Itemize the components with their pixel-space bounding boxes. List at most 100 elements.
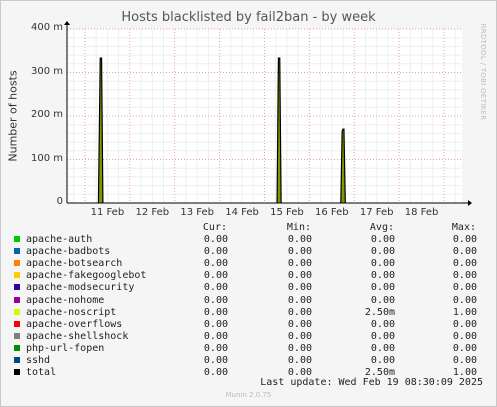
legend-cur-value: 0.00	[203, 342, 228, 354]
legend-cur-value: 0.00	[203, 258, 228, 270]
legend-swatch	[14, 236, 20, 242]
legend-row-apache-overflows: apache-overflows 0.00 0.00 0.00 0.00	[0, 319, 497, 331]
y-tick-label: 300 m	[30, 65, 63, 77]
legend-series-name: apache-shellshock	[26, 330, 129, 342]
y-tick-label: 400 m	[30, 22, 63, 33]
legend-avg-value: 0.00	[370, 342, 395, 354]
legend-max-value: 0.00	[452, 234, 477, 245]
munin-version: Munin 2.0.75	[225, 391, 272, 399]
legend-swatch	[14, 272, 20, 279]
legend-avg-value: 0.00	[370, 355, 395, 366]
legend-min-value: 0.00	[287, 234, 312, 245]
legend-min-value: 0.00	[287, 258, 312, 270]
legend-header: Cur: Min: Avg: Max:	[0, 222, 497, 234]
legend-min-value: 0.00	[287, 318, 312, 330]
legend-row-php-url-fopen: php-url-fopen 0.00 0.00 0.00 0.00	[0, 343, 497, 355]
legend-avg-value: 0.00	[370, 246, 395, 258]
legend-cur-value: 0.00	[203, 246, 228, 258]
legend-swatch	[14, 357, 20, 363]
legend-swatch	[14, 320, 20, 327]
x-tick-label: 16 Feb	[315, 207, 349, 218]
legend-swatch	[14, 308, 20, 315]
x-tick-label: 13 Feb	[180, 207, 214, 218]
legend-row-apache-modsecurity: apache-modsecurity 0.00 0.00 0.00 0.00	[0, 282, 497, 294]
legend-max-value: 0.00	[452, 270, 477, 282]
legend-avg-value: 0.00	[370, 294, 395, 306]
legend-min-value: 0.00	[287, 294, 312, 306]
header-avg: Avg:	[369, 222, 394, 233]
x-tick-label: 12 Feb	[135, 207, 170, 218]
legend-min-value: 0.00	[287, 330, 312, 342]
legend-swatch	[14, 284, 20, 291]
header-max: Max:	[451, 222, 476, 233]
legend-max-value: 0.00	[452, 318, 477, 330]
legend-series-name: apache-modsecurity	[26, 282, 135, 294]
legend-avg-value: 0.00	[370, 318, 395, 330]
y-axis-arrow	[64, 21, 70, 25]
legend-cur-value: 0.00	[203, 318, 228, 330]
legend-max-value: 0.00	[452, 355, 477, 366]
legend-cur-value: 0.00	[203, 330, 228, 342]
legend-swatch	[14, 332, 20, 339]
legend-avg-value: 0.00	[370, 270, 395, 282]
legend-avg-value: 0.00	[370, 282, 395, 294]
legend-row-sshd: sshd 0.00 0.00 0.00 0.00	[0, 355, 497, 367]
x-tick-label: 17 Feb	[359, 207, 394, 218]
header-cur: Cur:	[202, 222, 227, 233]
legend-min-value: 0.00	[287, 282, 312, 294]
legend-series-name: apache-auth	[26, 234, 93, 245]
legend-max-value: 0.00	[452, 246, 477, 258]
header-min: Min:	[286, 222, 311, 233]
legend-max-value: 0.00	[452, 342, 477, 354]
legend-max-value: 0.00	[452, 330, 477, 342]
legend-series-name: apache-nohome	[26, 294, 105, 306]
last-update: Last update: Wed Feb 19 08:30:09 2025	[260, 377, 483, 388]
legend-row-apache-botsearch: apache-botsearch 0.00 0.00 0.00 0.00	[0, 258, 497, 270]
legend-row-apache-noscript: apache-noscript 0.00 0.00 2.50m 1.00	[0, 307, 497, 319]
legend-min-value: 0.00	[287, 246, 312, 258]
legend-series-name: apache-overflows	[26, 318, 123, 330]
legend-row-apache-badbots: apache-badbots 0.00 0.00 0.00 0.00	[0, 246, 497, 258]
legend-swatch	[14, 248, 20, 255]
x-axis-arrow	[468, 200, 472, 206]
legend-series-name: php-url-fopen	[26, 342, 105, 354]
legend-series-name: sshd	[26, 355, 51, 366]
legend-avg-value: 0.00	[370, 234, 395, 245]
legend-row-apache-nohome: apache-nohome 0.00 0.00 0.00 0.00	[0, 295, 497, 307]
legend-cur-value: 0.00	[203, 282, 228, 294]
legend-swatch	[14, 260, 20, 267]
legend-swatch	[14, 369, 20, 376]
legend-cur-value: 0.00	[203, 367, 228, 379]
x-tick-label: 11 Feb	[90, 207, 125, 218]
legend-row-apache-auth: apache-auth 0.00 0.00 0.00 0.00	[0, 234, 497, 246]
y-tick-label: 100 m	[30, 152, 63, 164]
legend-cur-value: 0.00	[203, 306, 228, 318]
legend-avg-value: 2.50m	[364, 306, 395, 318]
legend-min-value: 0.00	[287, 342, 312, 354]
legend-swatch	[14, 296, 20, 303]
legend-cur-value: 0.00	[203, 294, 228, 306]
legend-max-value: 0.00	[452, 294, 477, 306]
y-tick-label: 0	[56, 196, 63, 207]
legend-cur-value: 0.00	[203, 234, 228, 245]
legend-max-value: 0.00	[452, 282, 477, 294]
legend-row-apache-shellshock: apache-shellshock 0.00 0.00 0.00 0.00	[0, 331, 497, 343]
legend-swatch	[14, 344, 20, 351]
legend-cur-value: 0.00	[203, 270, 228, 282]
legend-min-value: 0.00	[287, 355, 312, 366]
legend-max-value: 1.00	[452, 306, 477, 318]
legend-max-value: 0.00	[452, 258, 477, 270]
x-tick-label: 14 Feb	[225, 207, 259, 218]
legend-series-name: apache-botsearch	[26, 258, 123, 270]
legend-series-name: apache-noscript	[26, 306, 117, 318]
legend-min-value: 0.00	[287, 270, 312, 282]
legend-avg-value: 0.00	[370, 330, 395, 342]
y-tick-label: 200 m	[30, 109, 63, 120]
legend-row-apache-fakegooglebot: apache-fakegooglebot 0.00 0.00 0.00 0.00	[0, 270, 497, 282]
legend-cur-value: 0.00	[203, 355, 228, 366]
legend-min-value: 0.00	[287, 306, 312, 318]
legend-series-name: apache-fakegooglebot	[26, 270, 147, 282]
legend-series-name: total	[26, 367, 57, 379]
legend-avg-value: 0.00	[370, 258, 395, 270]
x-tick-label: 15 Feb	[270, 207, 304, 218]
